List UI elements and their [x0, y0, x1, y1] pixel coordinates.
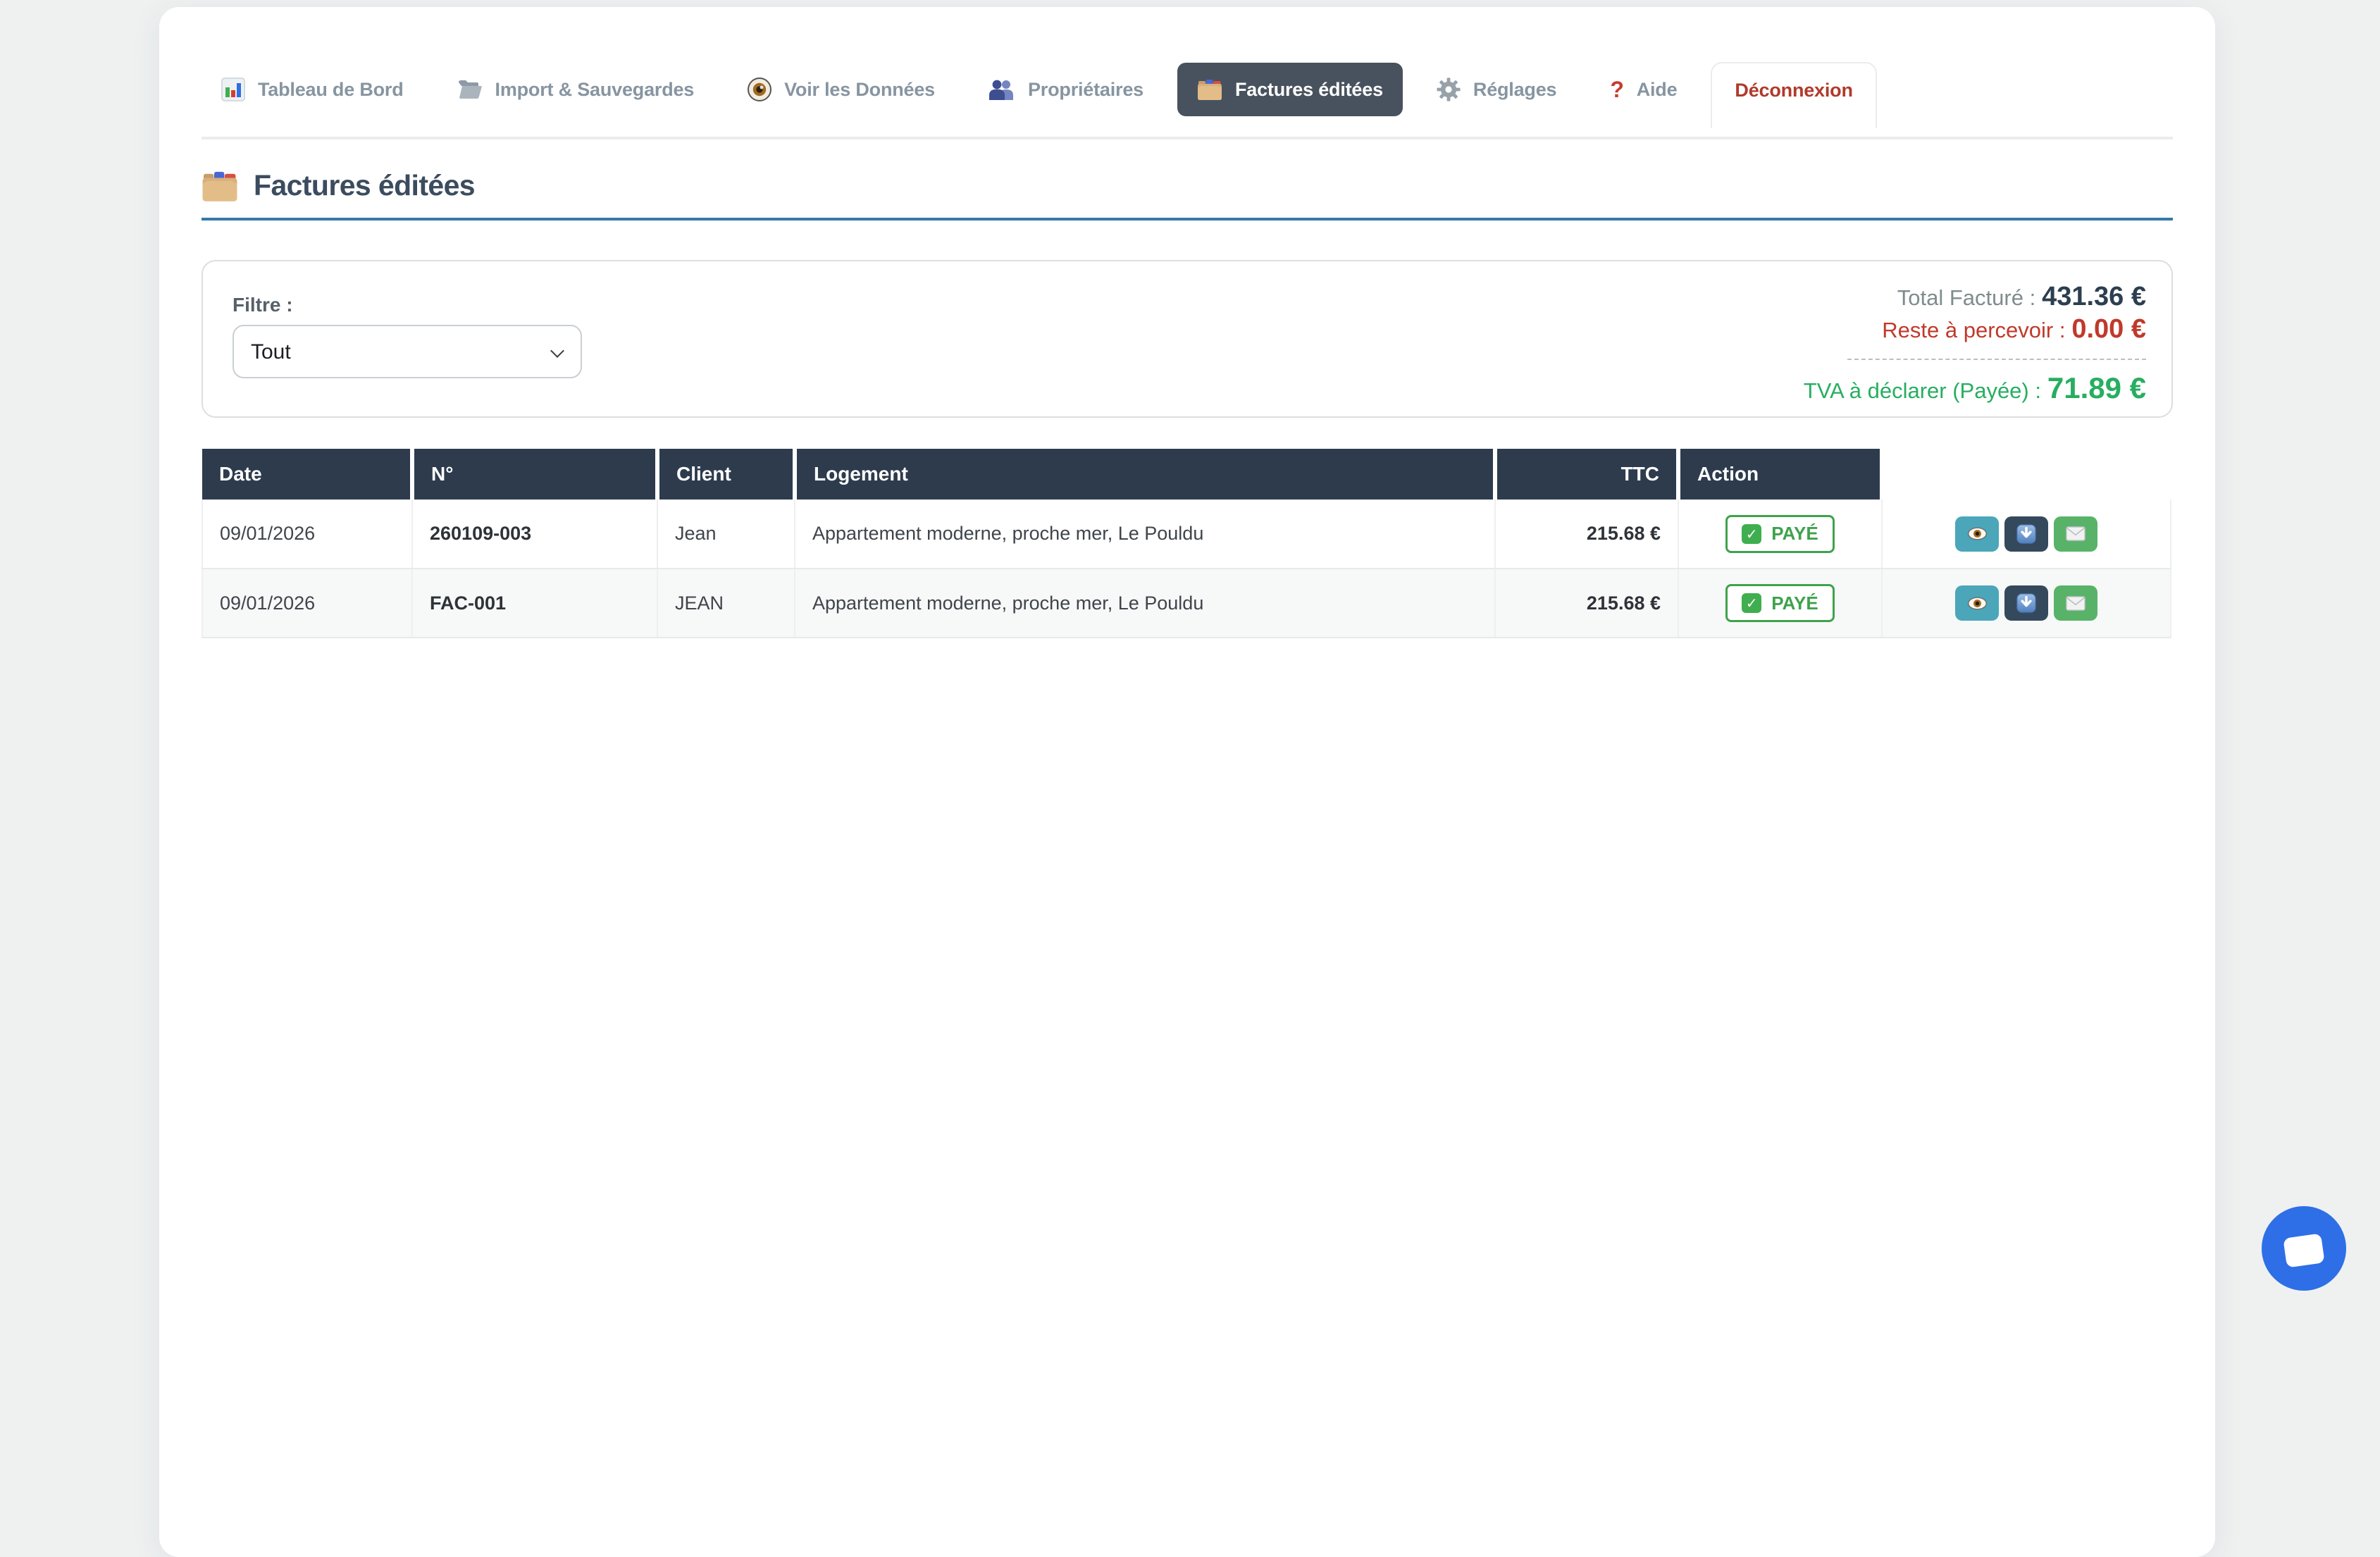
eye-icon: [748, 77, 771, 101]
reste-label: Reste à percevoir :: [1882, 318, 2065, 342]
down-arrow-icon: [2016, 524, 2036, 544]
col-header-numero: N°: [412, 449, 657, 500]
cell-ttc: 215.68 €: [1495, 500, 1678, 569]
invoice-row: 09/01/2026 FAC-001 JEAN Appartement mode…: [202, 569, 2171, 638]
totals-divider: [1847, 359, 2146, 360]
nav-item-voir-les-donnees[interactable]: Voir les Données: [728, 62, 955, 117]
cell-client: Jean: [657, 500, 795, 569]
filter-label: Filtre :: [233, 294, 293, 316]
chat-button[interactable]: [2262, 1206, 2346, 1291]
question-icon: ?: [1610, 78, 1623, 101]
bar-chart-icon: [221, 77, 245, 101]
col-header-action: Action: [1678, 449, 1882, 500]
envelope-icon: [2066, 596, 2085, 611]
reste-value: 0.00 €: [2071, 314, 2146, 344]
cell-numero: 260109-003: [412, 500, 657, 569]
content-card: Tableau de Bord Import & Sauvegardes Voi…: [159, 7, 2215, 1557]
total-facture-value: 431.36 €: [2042, 282, 2146, 311]
invoices-table: Date N° Client Logement TTC Action 09/01…: [202, 449, 2171, 638]
filter-panel: Filtre : Tout Total Facturé : 431.36 € R…: [202, 260, 2173, 418]
col-header-ttc: TTC: [1495, 449, 1678, 500]
download-button[interactable]: [2004, 516, 2048, 552]
nav-item-label: Import & Sauvegardes: [495, 78, 695, 101]
cell-status: ✓ PAYÉ: [1678, 500, 1882, 569]
nav-item-label: Factures éditées: [1235, 78, 1383, 101]
page-title-text: Factures éditées: [254, 169, 475, 202]
status-text: PAYÉ: [1771, 523, 1818, 545]
download-button[interactable]: [2004, 585, 2048, 621]
tva-line: TVA à déclarer (Payée) : 71.89 €: [1804, 373, 2146, 407]
nav-item-tableau-de-bord[interactable]: Tableau de Bord: [202, 62, 423, 117]
nav-item-label: Voir les Données: [784, 78, 935, 101]
down-arrow-icon: [2016, 593, 2036, 613]
totals-summary: Total Facturé : 431.36 € Reste à percevo…: [1804, 281, 2146, 407]
cell-actions: [1882, 500, 2171, 569]
nav-item-import-sauvegardes[interactable]: Import & Sauvegardes: [438, 63, 714, 116]
table-header-row: Date N° Client Logement TTC Action: [202, 449, 2171, 500]
status-text: PAYÉ: [1771, 593, 1818, 614]
cell-numero: FAC-001: [412, 569, 657, 638]
col-header-client: Client: [657, 449, 795, 500]
nav-item-reglages[interactable]: Réglages: [1417, 62, 1576, 117]
cell-logement: Appartement moderne, proche mer, Le Poul…: [795, 569, 1495, 638]
people-icon: [988, 79, 1015, 100]
total-facture-line: Total Facturé : 431.36 €: [1804, 281, 2146, 314]
nav-item-label: Aide: [1637, 78, 1678, 101]
tva-value: 71.89 €: [2047, 371, 2146, 404]
chat-bubble-icon: [2283, 1233, 2324, 1267]
filter-select-wrap: Tout: [233, 325, 582, 378]
view-button[interactable]: [1955, 516, 1999, 552]
col-header-logement: Logement: [795, 449, 1495, 500]
gear-icon: [1437, 77, 1461, 101]
check-icon: ✓: [1742, 593, 1761, 613]
cell-logement: Appartement moderne, proche mer, Le Poul…: [795, 500, 1495, 569]
folder-open-icon: [457, 79, 483, 100]
nav-item-proprietaires[interactable]: Propriétaires: [969, 63, 1163, 116]
col-header-buttons: [1882, 449, 2171, 500]
card-index-icon: [202, 170, 238, 202]
email-button[interactable]: [2054, 516, 2097, 552]
eye-icon: [1968, 597, 1987, 610]
envelope-icon: [2066, 526, 2085, 541]
tva-label: TVA à déclarer (Payée) :: [1804, 378, 2041, 403]
reste-line: Reste à percevoir : 0.00 €: [1804, 314, 2146, 346]
check-icon: ✓: [1742, 524, 1761, 544]
cell-status: ✓ PAYÉ: [1678, 569, 1882, 638]
cell-actions: [1882, 569, 2171, 638]
nav-item-label: Propriétaires: [1028, 78, 1143, 101]
cell-ttc: 215.68 €: [1495, 569, 1678, 638]
cell-client: JEAN: [657, 569, 795, 638]
cell-date: 09/01/2026: [202, 569, 412, 638]
page-title: Factures éditées: [202, 169, 2173, 221]
invoice-row: 09/01/2026 260109-003 Jean Appartement m…: [202, 500, 2171, 569]
status-badge: ✓ PAYÉ: [1725, 515, 1835, 553]
eye-icon: [1968, 527, 1987, 540]
status-badge: ✓ PAYÉ: [1725, 584, 1835, 622]
cell-date: 09/01/2026: [202, 500, 412, 569]
card-index-icon: [1197, 78, 1222, 101]
main-nav: Tableau de Bord Import & Sauvegardes Voi…: [202, 7, 2173, 139]
total-facture-label: Total Facturé :: [1897, 285, 2035, 310]
nav-item-label: Réglages: [1473, 78, 1556, 101]
nav-item-aide[interactable]: ? Aide: [1590, 63, 1697, 116]
email-button[interactable]: [2054, 585, 2097, 621]
filter-select[interactable]: Tout: [233, 325, 582, 378]
view-button[interactable]: [1955, 585, 1999, 621]
nav-item-deconnexion[interactable]: Déconnexion: [1711, 62, 1876, 128]
col-header-date: Date: [202, 449, 412, 500]
nav-item-factures-editees[interactable]: Factures éditées: [1177, 63, 1403, 116]
nav-item-label: Tableau de Bord: [258, 78, 404, 101]
nav-item-label: Déconnexion: [1735, 79, 1852, 101]
